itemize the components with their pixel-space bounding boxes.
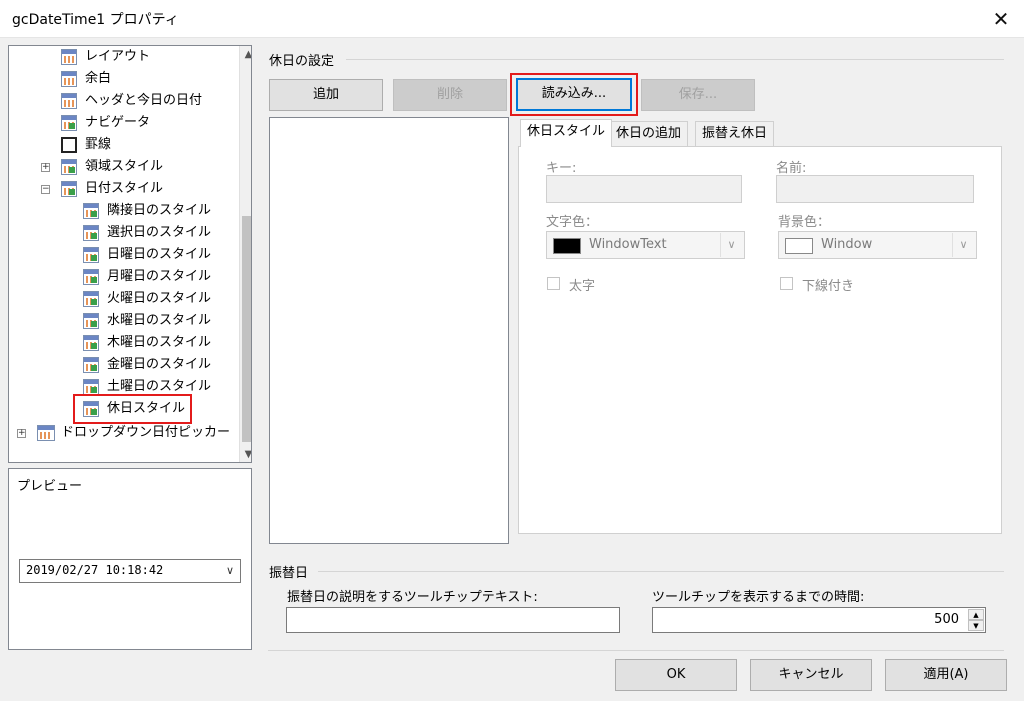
tree-item-label: 罫線: [85, 137, 112, 152]
holiday-settings-title: 休日の設定: [269, 54, 335, 69]
name-label: 名前:: [776, 161, 807, 176]
preview-panel: プレビュー 2019/02/27 10:18:42 ∨: [8, 468, 252, 650]
tree-item-label: 日曜日のスタイル: [107, 247, 212, 262]
collapse-icon[interactable]: −: [41, 185, 50, 194]
save-button[interactable]: 保存...: [641, 79, 755, 111]
apply-button[interactable]: 適用(A): [885, 659, 1007, 691]
close-icon: ✕: [992, 7, 1010, 31]
tree-item-label: 隣接日のスタイル: [107, 203, 212, 218]
chevron-down-icon[interactable]: ∨: [952, 233, 974, 257]
tree-item-label: ナビゲータ: [85, 115, 151, 130]
calendar-style-icon: [83, 313, 99, 329]
expand-icon[interactable]: +: [41, 163, 50, 172]
forecolor-combo[interactable]: WindowText ∨: [546, 231, 745, 259]
tree-item-label: 領域スタイル: [85, 159, 164, 174]
tooltip-delay-value: 500: [934, 612, 959, 627]
holiday-list[interactable]: [269, 117, 509, 544]
tooltip-delay-label: ツールチップを表示するまでの時間:: [652, 590, 865, 605]
substitute-title: 振替日: [269, 566, 309, 581]
window-title: gcDateTime1 プロパティ: [12, 12, 179, 28]
preview-label: プレビュー: [17, 479, 83, 494]
spin-up-icon[interactable]: ▲: [968, 609, 984, 620]
calendar-style-icon: [83, 203, 99, 219]
spin-down-icon[interactable]: ▼: [968, 620, 984, 631]
tree-item-label: 水曜日のスタイル: [107, 313, 212, 328]
highlight-box-load-button: [510, 73, 638, 116]
scroll-thumb[interactable]: [242, 216, 251, 442]
margin-icon: [61, 71, 77, 87]
tree-item-label: ドロップダウン日付ピッカー: [61, 425, 231, 440]
tree-item-label: 選択日のスタイル: [107, 225, 212, 240]
group-divider: [318, 571, 1004, 572]
tree-item-label: 金曜日のスタイル: [107, 357, 212, 372]
cancel-button[interactable]: キャンセル: [750, 659, 872, 691]
tab-holiday-style[interactable]: 休日スタイル: [520, 119, 613, 147]
forecolor-label: 文字色：: [546, 215, 599, 230]
scroll-up-icon[interactable]: ▲: [240, 46, 251, 63]
preview-datetime-combo[interactable]: 2019/02/27 10:18:42 ∨: [19, 559, 241, 583]
border-icon: [61, 137, 77, 153]
key-label: キー:: [546, 161, 577, 176]
holiday-style-panel: キー: 名前: 文字色： 背景色： WindowText ∨ Window ∨ …: [518, 146, 1002, 534]
key-field[interactable]: [546, 175, 742, 203]
calendar-style-icon: [83, 379, 99, 395]
add-button[interactable]: 追加: [269, 79, 383, 111]
header-icon: [61, 93, 77, 109]
footer-divider: [268, 650, 1004, 651]
expand-icon[interactable]: +: [17, 429, 26, 438]
tree-item-label: レイアウト: [85, 49, 151, 64]
group-divider: [346, 59, 1004, 60]
backcolor-value: Window: [821, 237, 873, 252]
underline-checkbox[interactable]: [780, 277, 793, 290]
scroll-down-icon[interactable]: ▼: [240, 446, 251, 462]
area-style-icon: [61, 159, 77, 175]
bold-checkbox[interactable]: [547, 277, 560, 290]
tab-add-holiday[interactable]: 休日の追加: [609, 121, 689, 146]
tree-item-label: 月曜日のスタイル: [107, 269, 212, 284]
tree-item-label: 木曜日のスタイル: [107, 335, 212, 350]
tree-scrollbar[interactable]: ▲ ▼: [239, 46, 251, 462]
tree-item-label: 余白: [85, 71, 112, 86]
backcolor-label: 背景色：: [778, 215, 831, 230]
backcolor-combo[interactable]: Window ∨: [778, 231, 977, 259]
underline-label: 下線付き: [802, 279, 855, 294]
calendar-style-icon: [83, 335, 99, 351]
forecolor-swatch: [553, 238, 581, 254]
tooltip-text-input[interactable]: [286, 607, 620, 633]
forecolor-value: WindowText: [589, 237, 667, 252]
calendar-style-icon: [83, 291, 99, 307]
navigator-icon: [61, 115, 77, 131]
chevron-down-icon[interactable]: ∨: [720, 233, 742, 257]
calendar-style-icon: [83, 269, 99, 285]
tree-item-label: 日付スタイル: [85, 181, 164, 196]
tooltip-delay-stepper[interactable]: 500 ▲ ▼: [652, 607, 986, 633]
tab-substitute-holiday[interactable]: 振替え休日: [695, 121, 775, 146]
calendar-style-icon: [83, 357, 99, 373]
dropdown-picker-icon: [37, 425, 55, 441]
bold-label: 太字: [569, 279, 596, 294]
calendar-style-icon: [83, 247, 99, 263]
delete-button[interactable]: 削除: [393, 79, 507, 111]
calendar-style-icon: [83, 225, 99, 241]
close-button[interactable]: ✕: [988, 6, 1014, 32]
tooltip-text-label: 振替日の説明をするツールチップテキスト:: [287, 590, 538, 605]
tree-item-label: 火曜日のスタイル: [107, 291, 212, 306]
highlight-box-holiday-style: [73, 394, 192, 424]
name-field[interactable]: [776, 175, 974, 203]
chevron-down-icon[interactable]: ∨: [220, 561, 240, 581]
tree-item-label: ヘッダと今日の日付: [85, 93, 203, 108]
backcolor-swatch: [785, 238, 813, 254]
date-style-icon: [61, 181, 77, 197]
ok-button[interactable]: OK: [615, 659, 737, 691]
title-bar: gcDateTime1 プロパティ ✕: [0, 0, 1024, 37]
layout-icon: [61, 49, 77, 65]
preview-datetime-value: 2019/02/27 10:18:42: [26, 563, 164, 577]
